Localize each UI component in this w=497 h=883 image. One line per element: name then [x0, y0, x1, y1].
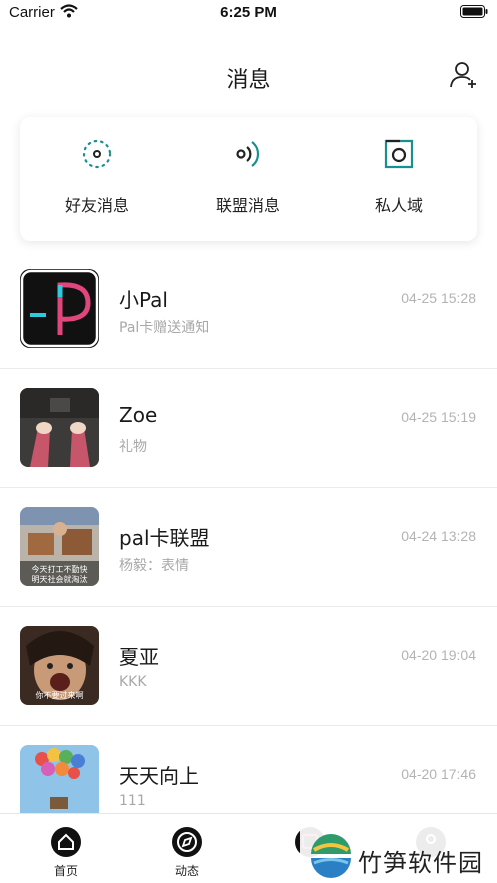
avatar-photo — [20, 388, 99, 467]
category-union-messages[interactable]: 联盟消息 — [173, 117, 323, 241]
conversation-time: 04-24 13:28 — [401, 528, 476, 544]
conversation-name: 天天向上 — [119, 764, 199, 788]
page-title: 消息 — [226, 68, 271, 93]
conversation-preview: Pal卡赠送通知 — [119, 320, 210, 336]
conversation-item[interactable]: Zoe 礼物 04-25 15:19 — [0, 369, 497, 488]
conversation-preview: 礼物 — [119, 439, 147, 455]
category-label: 好友消息 — [64, 196, 129, 215]
conversation-list: 小Pal Pal卡赠送通知 04-25 15:28 Zoe 礼物 04-25 1… — [0, 250, 497, 813]
dotted-circle-icon — [82, 139, 112, 169]
avatar-photo: 你不要过来啊 — [20, 626, 99, 705]
conversation-name: 夏亚 — [119, 645, 159, 669]
avatar — [20, 269, 99, 348]
avatar-caption: 你不要过来啊 — [36, 690, 84, 700]
pal-logo-icon — [20, 269, 99, 348]
category-private-domain[interactable]: 私人域 — [324, 117, 474, 241]
category-friend-messages[interactable]: 好友消息 — [22, 117, 172, 241]
conversation-time: 04-20 19:04 — [401, 647, 476, 663]
broadcast-icon — [236, 141, 260, 167]
conversation-item[interactable]: 今天打工不勤快 明天社会就淘汰 pal卡联盟 杨毅：表情 04-24 13:28 — [0, 488, 497, 607]
battery-icon — [460, 5, 488, 18]
conversation-time: 04-25 15:28 — [401, 290, 476, 306]
home-icon — [51, 827, 81, 857]
conversation-time: 04-25 15:19 — [401, 409, 476, 425]
tab-moments[interactable]: 动态 — [125, 814, 249, 883]
conversation-preview: KKK — [119, 674, 147, 690]
conversation-name: 小Pal — [119, 288, 168, 312]
avatar: 今天打工不勤快 明天社会就淘汰 — [20, 507, 99, 586]
conversation-preview: 111 — [119, 793, 146, 809]
tab-label: 动态 — [174, 864, 199, 878]
avatar-photo — [20, 745, 99, 813]
tab-home[interactable]: 首页 — [4, 814, 128, 883]
category-label: 私人域 — [374, 196, 423, 215]
avatar-caption: 今天打工不勤快 — [32, 564, 88, 574]
status-time: 6:25 PM — [220, 4, 277, 21]
bamboo-logo-icon — [311, 834, 351, 878]
status-bar: Carrier 6:25 PM — [0, 0, 497, 26]
conversation-item[interactable]: 你不要过来啊 夏亚 KKK 04-20 19:04 — [0, 607, 497, 726]
category-label: 联盟消息 — [215, 196, 280, 215]
conversation-name: pal卡联盟 — [119, 526, 210, 550]
avatar: 你不要过来啊 — [20, 626, 99, 705]
conversation-item[interactable]: 小Pal Pal卡赠送通知 04-25 15:28 — [0, 250, 497, 369]
compass-icon — [172, 827, 202, 857]
watermark: 竹笋软件园 — [300, 826, 497, 883]
avatar-photo: 今天打工不勤快 明天社会就淘汰 — [20, 507, 99, 586]
add-user-icon[interactable] — [449, 60, 479, 90]
square-circle-icon — [384, 139, 414, 169]
avatar-caption: 明天社会就淘汰 — [32, 574, 88, 584]
tab-label: 首页 — [53, 864, 78, 878]
conversation-preview: 杨毅：表情 — [119, 558, 189, 574]
conversation-time: 04-20 17:46 — [401, 766, 476, 782]
avatar — [20, 745, 99, 813]
conversation-item[interactable]: 天天向上 111 04-20 17:46 — [0, 726, 497, 813]
avatar — [20, 388, 99, 467]
message-category-card: 好友消息 联盟消息 私人域 — [20, 117, 477, 241]
watermark-text: 竹笋软件园 — [358, 849, 483, 877]
nav-bar: 消息 — [0, 50, 497, 100]
conversation-name: Zoe — [119, 403, 158, 427]
